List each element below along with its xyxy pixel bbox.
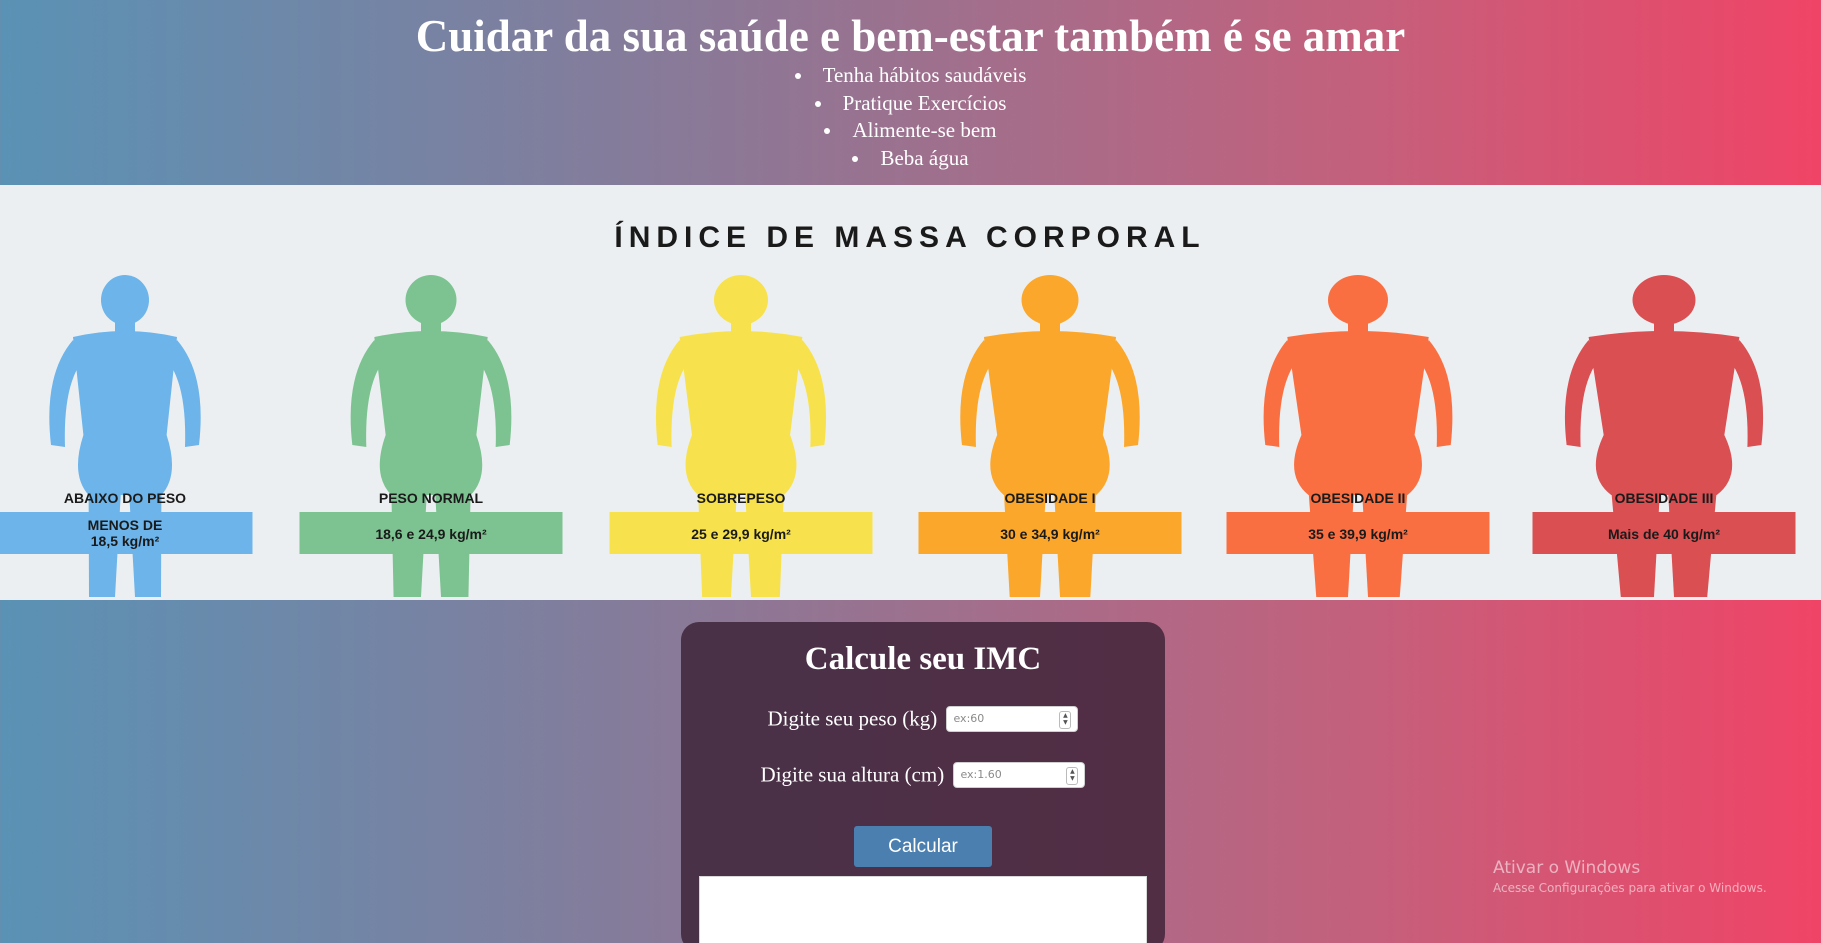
range-text: 30 e 34,9 kg/m² <box>1000 526 1100 542</box>
bmi-category-1: ABAIXO DO PESO MENOS DE18,5 kg/m² <box>0 275 253 597</box>
category-label: OBESIDADE II <box>1311 490 1406 506</box>
range-text: 18,6 e 24,9 kg/m² <box>375 526 487 542</box>
figure-torso <box>73 331 177 495</box>
range-text: Mais de 40 kg/m² <box>1608 526 1720 542</box>
figure-torso <box>374 331 488 495</box>
figure-head <box>405 275 457 325</box>
bmi-heading: ÍNDICE DE MASSA CORPORAL <box>614 220 1205 254</box>
category-label: ABAIXO DO PESO <box>64 490 186 506</box>
bmi-banner-image: ÍNDICE DE MASSA CORPORAL ABAIXO DO PESO M… <box>0 185 1821 600</box>
category-label: SOBREPESO <box>697 490 786 506</box>
figure-right-arm <box>167 340 201 447</box>
range-text: 35 e 39,9 kg/m² <box>1308 526 1408 542</box>
tips-list: Tenha hábitos saudáveis Pratique Exercíc… <box>0 62 1821 172</box>
page-title: Cuidar da sua saúde e bem-estar também é… <box>415 11 1406 61</box>
tip-item: Alimente-se bem <box>0 117 1821 145</box>
weight-stepper-icon[interactable]: ▲ ▼ <box>1059 711 1072 730</box>
watermark-title: Ativar o Windows <box>1493 858 1641 878</box>
calculator-title: Calcule seu IMC <box>804 641 1042 677</box>
range-text: MENOS DE <box>88 517 163 533</box>
figure-torso <box>983 331 1117 495</box>
height-input[interactable]: ex:1.60 ▲ ▼ <box>953 762 1086 789</box>
figure-right-arm <box>1418 340 1453 447</box>
figure-head <box>1632 275 1696 325</box>
height-stepper-icon[interactable]: ▲ ▼ <box>1066 767 1079 786</box>
figure-left-arm <box>1263 340 1298 447</box>
range-text: 18,5 kg/m² <box>91 533 160 549</box>
bmi-category-6: OBESIDADE III Mais de 40 kg/m² <box>1532 275 1796 597</box>
bmi-category-2: PESO NORMAL 18,6 e 24,9 kg/m² <box>299 275 563 597</box>
figure-head <box>1328 275 1388 325</box>
category-label: OBESIDADE I <box>1004 490 1095 506</box>
category-label: OBESIDADE III <box>1615 490 1714 506</box>
figure-torso <box>1287 331 1429 495</box>
windows-activation-watermark: Ativar o Windows Acesse Configurações pa… <box>1493 857 1767 897</box>
figure-torso <box>1588 331 1740 495</box>
tip-item: Beba água <box>0 145 1821 173</box>
height-label: Digite sua altura (cm) <box>760 762 945 787</box>
tip-item: Pratique Exercícios <box>0 90 1821 118</box>
weight-row: Digite seu peso (kg) ex:60 ▲ ▼ <box>681 705 1165 733</box>
height-placeholder: ex:1.60 <box>960 768 1002 782</box>
height-row: Digite sua altura (cm) ex:1.60 ▲ ▼ <box>681 761 1165 789</box>
bmi-category-5: OBESIDADE II 35 e 39,9 kg/m² <box>1226 275 1490 597</box>
watermark-subtitle: Acesse Configurações para ativar o Windo… <box>1493 881 1767 895</box>
figure-left-arm <box>49 340 83 447</box>
figure-left-arm <box>655 340 690 447</box>
calculate-button[interactable]: Calcular <box>854 826 992 867</box>
range-text: 25 e 29,9 kg/m² <box>691 526 791 542</box>
figure-head <box>714 275 768 325</box>
figure-left-arm <box>350 340 385 447</box>
figure-left-arm <box>1564 340 1599 447</box>
figure-head <box>101 275 149 325</box>
bmi-category-4: OBESIDADE I 30 e 34,9 kg/m² <box>918 275 1182 597</box>
tip-item: Tenha hábitos saudáveis <box>0 62 1821 90</box>
bmi-category-3: SOBREPESO 25 e 29,9 kg/m² <box>609 275 873 597</box>
figure-left-arm <box>960 340 994 447</box>
figure-right-arm <box>1106 340 1140 447</box>
category-label: PESO NORMAL <box>379 490 484 506</box>
weight-input[interactable]: ex:60 ▲ ▼ <box>946 706 1079 733</box>
figure-right-arm <box>1729 340 1764 447</box>
figure-head <box>1021 275 1079 325</box>
figure-right-arm <box>792 340 827 447</box>
header-section: Cuidar da sua saúde e bem-estar também é… <box>0 0 1821 185</box>
imc-calculator-card: Calcule seu IMC Digite seu peso (kg) ex:… <box>681 622 1165 943</box>
figure-right-arm <box>477 340 512 447</box>
weight-label: Digite seu peso (kg) <box>767 706 938 731</box>
result-box <box>699 876 1147 943</box>
weight-placeholder: ex:60 <box>953 712 985 726</box>
bmi-infographic: ÍNDICE DE MASSA CORPORAL ABAIXO DO PESO M… <box>0 220 1796 597</box>
figure-torso <box>679 331 803 495</box>
